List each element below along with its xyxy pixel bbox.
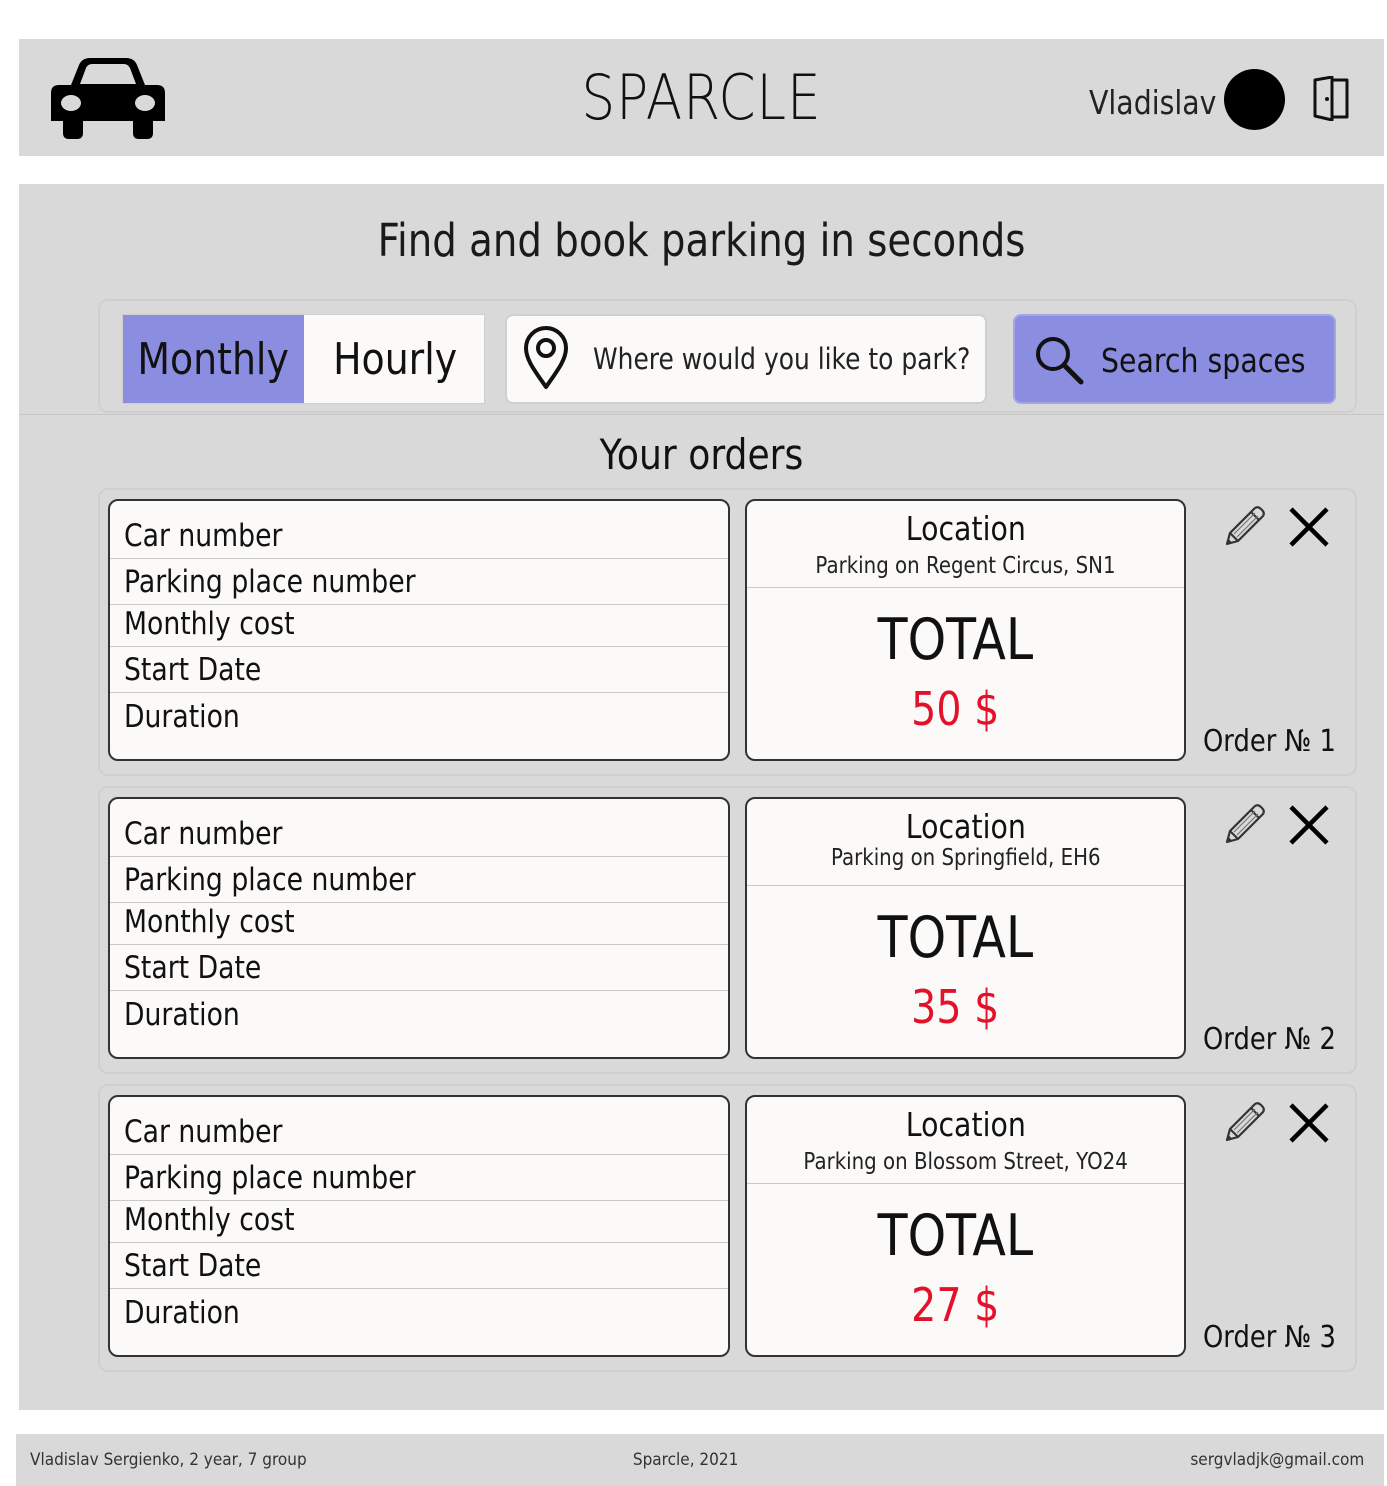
rate-toggle: Monthly Hourly [122,314,485,404]
footer: Vladislav Sergienko, 2 year, 7 group Spa… [16,1434,1384,1486]
field-label: Car number [124,1114,283,1150]
app-header: SPARCLE Vladislav [19,39,1384,156]
door-exit-icon[interactable] [1312,76,1350,121]
total-value: 50 $ [911,682,1000,736]
total-value: 35 $ [911,980,1000,1034]
toggle-monthly-label: Monthly [137,333,290,385]
order-number: Order № 1 [1203,724,1336,759]
pencil-icon[interactable] [1221,1100,1267,1146]
order-card: Car number Parking place number Monthly … [98,1084,1357,1372]
order-fields: Car number Parking place number Monthly … [108,1095,730,1357]
hero-headline: Find and book parking in seconds [377,214,1026,267]
total-value: 27 $ [911,1278,1000,1332]
field-label: Duration [124,997,240,1033]
main-panel: Find and book parking in seconds Monthly… [19,184,1384,1410]
pencil-icon[interactable] [1221,504,1267,550]
field-label: Start Date [124,950,262,986]
location-heading: Location [905,1105,1026,1144]
close-icon[interactable] [1288,804,1330,846]
order-number: Order № 3 [1203,1320,1336,1355]
field-label: Duration [124,1295,240,1331]
field-parking-place-number[interactable]: Parking place number [110,1155,728,1201]
field-monthly-cost[interactable]: Monthly cost [110,605,728,647]
location-address: Parking on Springfield, EH6 [830,845,1101,871]
total-heading: TOTAL [877,905,1034,971]
field-duration[interactable]: Duration [110,1289,728,1335]
field-car-number[interactable]: Car number [110,513,728,559]
orders-title: Your orders [599,430,804,479]
field-start-date[interactable]: Start Date [110,1243,728,1289]
search-bar: Monthly Hourly Where would you like to p… [98,299,1357,413]
order-summary: Location Parking on Regent Circus, SN1 T… [745,499,1186,761]
order-summary: Location Parking on Blossom Street, YO24… [745,1095,1186,1357]
field-label: Car number [124,518,283,554]
field-label: Parking place number [124,564,416,600]
close-icon[interactable] [1288,1102,1330,1144]
location-address: Parking on Blossom Street, YO24 [803,1149,1128,1175]
toggle-hourly-label: Hourly [333,333,458,385]
field-label: Car number [124,816,283,852]
pencil-icon[interactable] [1221,802,1267,848]
field-label: Parking place number [124,1160,416,1196]
field-label: Monthly cost [124,904,295,940]
field-label: Start Date [124,652,262,688]
toggle-hourly[interactable]: Hourly [305,315,486,403]
location-heading: Location [905,807,1026,846]
field-label: Monthly cost [124,1202,295,1238]
order-fields: Car number Parking place number Monthly … [108,499,730,761]
order-number: Order № 2 [1203,1022,1336,1057]
user-name[interactable]: Vladislav [1089,83,1216,122]
field-start-date[interactable]: Start Date [110,647,728,693]
location-address: Parking on Regent Circus, SN1 [815,553,1116,579]
field-label: Monthly cost [124,606,295,642]
order-fields: Car number Parking place number Monthly … [108,797,730,1059]
location-placeholder: Where would you like to park? [593,342,971,376]
field-car-number[interactable]: Car number [110,1109,728,1155]
order-card: Car number Parking place number Monthly … [98,786,1357,1074]
field-label: Start Date [124,1248,262,1284]
footer-author: Vladislav Sergienko, 2 year, 7 group [30,1450,307,1470]
avatar[interactable] [1224,69,1285,130]
section-divider [19,414,1384,415]
order-card: Car number Parking place number Monthly … [98,488,1357,776]
field-monthly-cost[interactable]: Monthly cost [110,1201,728,1243]
summary-divider [747,885,1184,886]
location-input[interactable]: Where would you like to park? [505,314,987,404]
order-summary: Location Parking on Springfield, EH6 TOT… [745,797,1186,1059]
toggle-monthly[interactable]: Monthly [123,315,304,403]
search-icon [1036,337,1084,385]
field-duration[interactable]: Duration [110,693,728,739]
search-spaces-label: Search spaces [1101,341,1306,380]
field-start-date[interactable]: Start Date [110,945,728,991]
summary-divider [747,1183,1184,1184]
field-parking-place-number[interactable]: Parking place number [110,559,728,605]
search-spaces-button[interactable]: Search spaces [1013,314,1336,404]
map-pin-icon [524,326,568,389]
summary-divider [747,587,1184,588]
footer-email[interactable]: sergvladjk@gmail.com [1190,1450,1364,1470]
field-duration[interactable]: Duration [110,991,728,1037]
field-parking-place-number[interactable]: Parking place number [110,857,728,903]
total-heading: TOTAL [877,1203,1034,1269]
footer-copyright: Sparcle, 2021 [632,1450,739,1470]
total-heading: TOTAL [877,607,1034,673]
close-icon[interactable] [1288,506,1330,548]
field-monthly-cost[interactable]: Monthly cost [110,903,728,945]
location-heading: Location [905,509,1026,548]
field-car-number[interactable]: Car number [110,811,728,857]
field-label: Parking place number [124,862,416,898]
field-label: Duration [124,699,240,735]
